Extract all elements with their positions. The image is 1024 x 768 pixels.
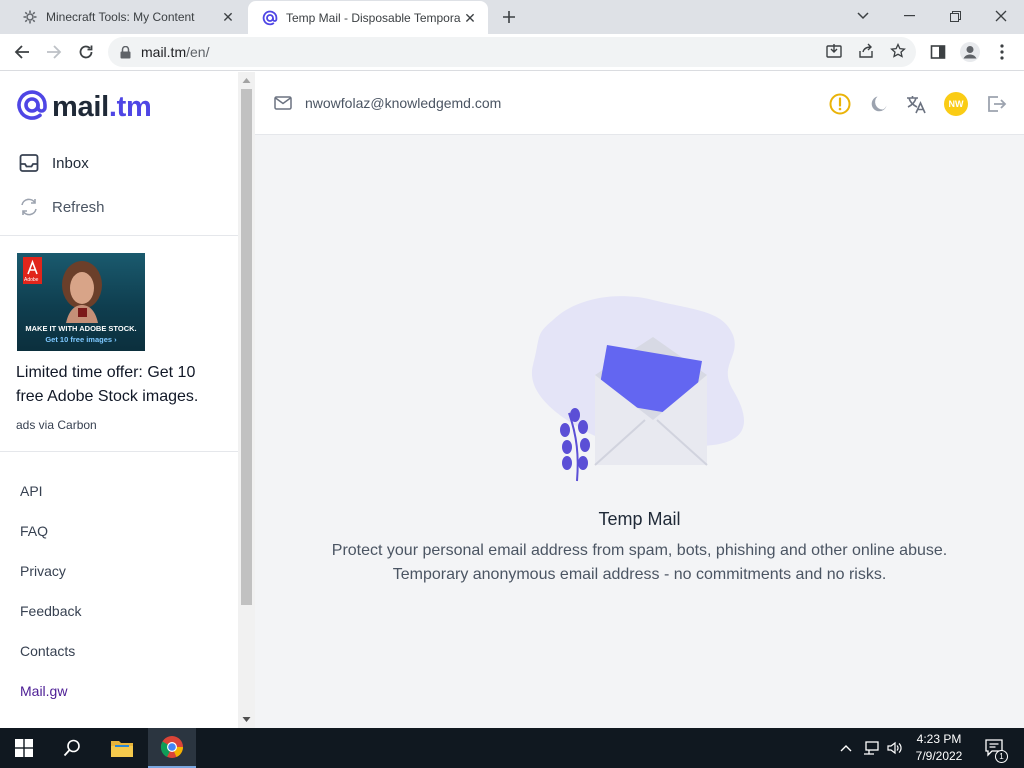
close-icon[interactable]: ✕	[462, 10, 478, 26]
network-icon[interactable]	[860, 728, 882, 768]
ad-brand: Adobe	[24, 277, 39, 283]
search-icon[interactable]	[48, 728, 96, 768]
sidebar: mail.tm Inbox Refresh Adobe MAKE IT WITH…	[0, 72, 238, 728]
lock-icon[interactable]	[120, 45, 131, 59]
mail-icon	[273, 93, 293, 113]
ad-caption: MAKE IT WITH ADOBE STOCK.	[25, 324, 137, 333]
sidebar-item-label: Refresh	[52, 198, 105, 216]
at-logo-icon	[16, 89, 48, 126]
ad-image[interactable]: Adobe MAKE IT WITH ADOBE STOCK. Get 10 f…	[17, 253, 145, 351]
install-app-icon[interactable]	[822, 39, 846, 63]
email-address-row[interactable]: nwowfolaz@knowledgemd.com	[273, 93, 501, 113]
tab-title: Minecraft Tools: My Content	[46, 10, 195, 24]
sidebar-item-inbox[interactable]: Inbox	[18, 151, 89, 175]
menu-kebab-icon[interactable]	[988, 38, 1016, 66]
profile-icon[interactable]	[956, 38, 984, 66]
tab-search-icon[interactable]	[840, 0, 886, 32]
clock-time: 4:23 PM	[916, 732, 962, 746]
empty-state-description: Protect your personal email address from…	[255, 539, 1024, 587]
chrome-taskbar-icon[interactable]	[148, 728, 196, 768]
ad-subcaption: Get 10 free images ›	[45, 335, 117, 344]
windows-taskbar: 4:23 PM 7/9/2022 1	[0, 728, 1024, 768]
address-bar[interactable]: mail.tm/en/	[108, 37, 916, 67]
tab-temp-mail[interactable]: Temp Mail - Disposable Tempora ✕	[248, 1, 488, 35]
email-address: nwowfolaz@knowledgemd.com	[305, 95, 502, 111]
tab-strip: Minecraft Tools: My Content ✕ Temp Mail …	[0, 0, 1024, 35]
close-icon[interactable]: ✕	[220, 9, 236, 25]
link-faq[interactable]: FAQ	[20, 523, 48, 539]
translate-icon[interactable]	[903, 91, 929, 117]
logo-text: mail	[52, 90, 109, 123]
description-line-2: Temporary anonymous email address - no c…	[392, 566, 887, 583]
divider	[0, 451, 238, 452]
minimize-icon[interactable]	[886, 0, 932, 32]
adobe-logo: Adobe	[23, 257, 42, 284]
windows-start-icon[interactable]	[0, 728, 48, 768]
mailbox-header: nwowfolaz@knowledgemd.com NW	[255, 72, 1024, 135]
warning-icon[interactable]	[827, 91, 853, 117]
empty-inbox-illustration	[531, 296, 745, 482]
link-contacts[interactable]: Contacts	[20, 643, 75, 659]
dark-mode-moon-icon[interactable]	[866, 91, 892, 117]
gear-icon	[22, 9, 38, 25]
mail-tm-logo[interactable]: mail.tm	[16, 89, 152, 126]
reload-icon[interactable]	[72, 38, 100, 66]
scroll-up-arrow-icon[interactable]	[242, 76, 251, 85]
side-panel-icon[interactable]	[924, 38, 952, 66]
logo-tld: .tm	[108, 90, 152, 123]
system-clock[interactable]: 4:23 PM 7/9/2022	[900, 731, 978, 765]
sidebar-item-refresh[interactable]: Refresh	[18, 195, 105, 219]
sidebar-item-label: Inbox	[52, 154, 89, 172]
scrollbar-thumb[interactable]	[241, 89, 252, 605]
browser-toolbar: mail.tm/en/	[0, 34, 1024, 71]
back-arrow-icon[interactable]	[8, 38, 36, 66]
tab-minecraft-tools[interactable]: Minecraft Tools: My Content ✕	[8, 0, 246, 34]
tray-chevron-up-icon[interactable]	[836, 728, 856, 768]
at-icon	[262, 10, 278, 26]
avatar-initials: NW	[944, 92, 968, 116]
url-host: mail.tm	[141, 44, 187, 60]
ad-attribution[interactable]: ads via Carbon	[16, 418, 97, 432]
sidebar-scrollbar[interactable]	[238, 72, 255, 728]
link-mail-gw[interactable]: Mail.gw	[20, 683, 67, 699]
link-feedback[interactable]: Feedback	[20, 603, 81, 619]
inbox-icon	[18, 152, 40, 174]
divider	[0, 235, 238, 236]
link-api[interactable]: API	[20, 483, 43, 499]
share-icon[interactable]	[854, 39, 878, 63]
refresh-icon	[18, 196, 40, 218]
description-line-1: Protect your personal email address from…	[331, 542, 948, 559]
empty-state-title: Temp Mail	[598, 509, 681, 529]
file-explorer-icon[interactable]	[98, 728, 146, 768]
scroll-down-arrow-icon[interactable]	[242, 715, 251, 724]
forward-arrow-icon[interactable]	[40, 38, 68, 66]
notifications-icon[interactable]: 1	[980, 728, 1010, 768]
bookmark-star-icon[interactable]	[886, 39, 910, 63]
new-tab-button[interactable]	[498, 6, 520, 28]
account-avatar[interactable]: NW	[943, 91, 969, 117]
restore-icon[interactable]	[932, 0, 978, 32]
logout-icon[interactable]	[983, 91, 1009, 117]
tab-title: Temp Mail - Disposable Tempora	[286, 11, 461, 25]
url-path: /en/	[186, 44, 210, 60]
link-privacy[interactable]: Privacy	[20, 563, 66, 579]
notification-count-badge: 1	[995, 750, 1008, 763]
ad-portrait	[62, 261, 102, 323]
ad-text[interactable]: Limited time offer: Get 10 free Adobe St…	[16, 361, 226, 409]
close-window-icon[interactable]	[978, 0, 1024, 32]
clock-date: 7/9/2022	[915, 749, 963, 763]
mailbox-empty-state: Temp Mail Protect your personal email ad…	[255, 135, 1024, 728]
